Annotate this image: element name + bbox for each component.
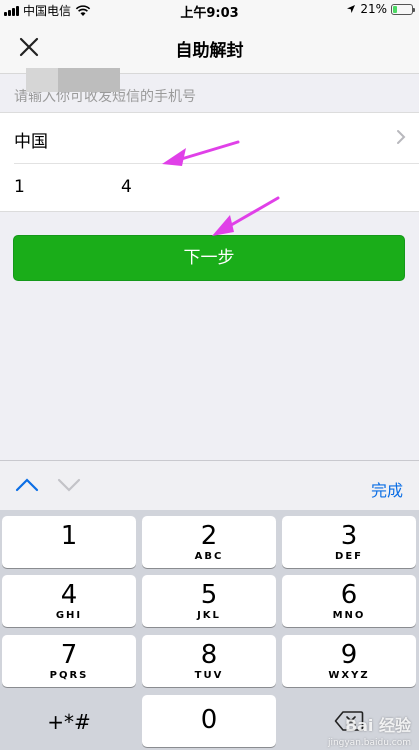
phone-prefix: 1 (14, 177, 25, 197)
key-symbols[interactable]: +*# (2, 695, 136, 747)
location-icon (347, 5, 356, 13)
key-3[interactable]: 3 DEF (282, 516, 416, 568)
key-7[interactable]: 7 PQRS (2, 635, 136, 687)
numeric-keypad: 1 2 ABC 3 DEF 4 GHI 5 JKL 6 MNO 7 PQRS 8… (0, 510, 419, 750)
watermark-url: jingyan.baidu.com (327, 738, 411, 748)
phone-suffix: 4 (121, 177, 132, 197)
status-bar: 中国电信 上午9:03 21% (0, 0, 419, 21)
done-button[interactable]: 完成 (371, 477, 403, 501)
key-0[interactable]: 0 (142, 695, 276, 747)
key-5[interactable]: 5 JKL (142, 575, 276, 627)
key-9[interactable]: 9 WXYZ (282, 635, 416, 687)
chevron-up-icon[interactable] (14, 474, 40, 496)
key-2[interactable]: 2 ABC (142, 516, 276, 568)
phone-form: 中国 1 4 (0, 112, 419, 212)
phone-field[interactable]: 1 4 (0, 163, 419, 213)
battery-icon (391, 3, 415, 15)
status-right: 21% (346, 2, 415, 16)
phone-redaction-left (26, 68, 58, 92)
key-8[interactable]: 8 TUV (142, 635, 276, 687)
watermark-text: Bai 经验 (344, 716, 411, 735)
key-4[interactable]: 4 GHI (2, 575, 136, 627)
country-label: 中国 (14, 132, 48, 152)
battery-fill (393, 5, 397, 13)
nav-bar: 自助解封 (0, 20, 419, 74)
next-button[interactable]: 下一步 (13, 235, 405, 281)
key-1[interactable]: 1 (2, 516, 136, 568)
key-6[interactable]: 6 MNO (282, 575, 416, 627)
keyboard-toolbar: 完成 (0, 460, 419, 510)
page-title: 自助解封 (175, 41, 244, 61)
battery-percent: 21% (360, 2, 387, 16)
country-row[interactable]: 中国 (0, 113, 419, 163)
phone-redaction-right (58, 68, 120, 92)
chevron-down-icon[interactable] (56, 474, 82, 496)
chevron-right-icon (397, 130, 406, 144)
